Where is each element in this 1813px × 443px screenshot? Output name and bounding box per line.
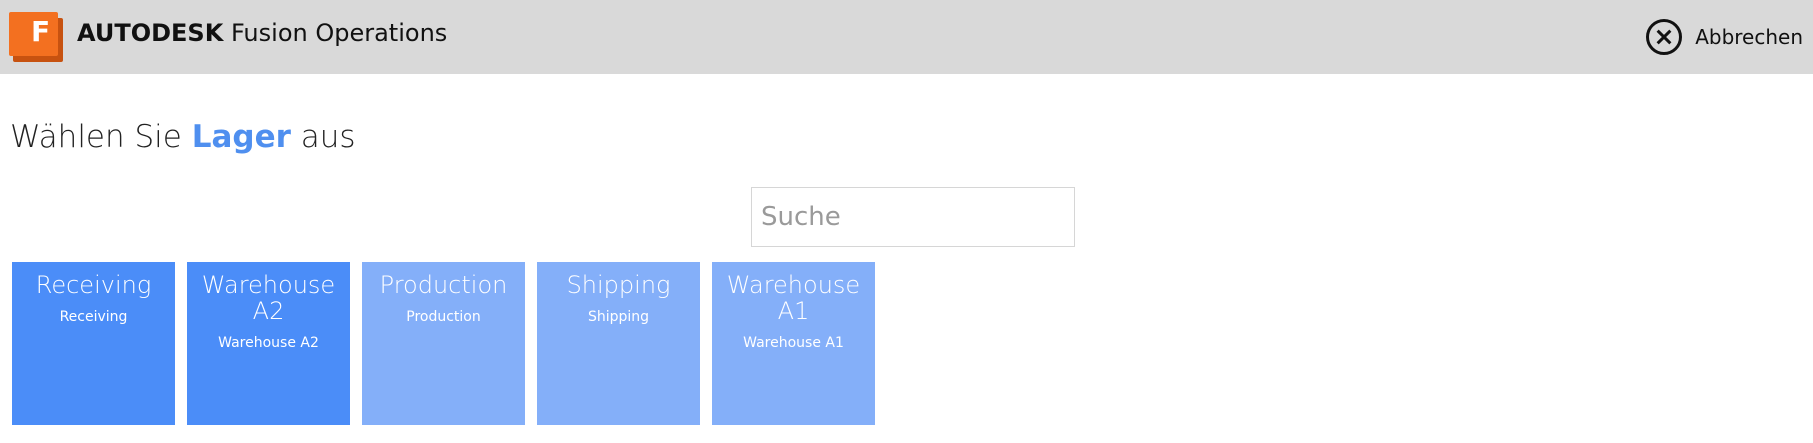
warehouse-tile-name: Production xyxy=(379,271,508,299)
warehouse-tile[interactable]: Warehouse A1 Warehouse A1 xyxy=(712,262,875,425)
fusion-logo-icon: F xyxy=(9,12,65,62)
brand-product: Fusion Operations xyxy=(230,19,448,47)
app-header: F AUTODESK Fusion Operations Abbrechen xyxy=(0,0,1813,74)
logo-letter: F xyxy=(31,15,51,48)
title-suffix: aus xyxy=(300,119,356,155)
warehouse-tile-subtitle: Warehouse A2 xyxy=(218,335,319,351)
title-prefix: Wählen Sie xyxy=(10,119,182,155)
warehouse-tile-name: Warehouse A2 xyxy=(201,271,336,325)
warehouse-tile-name: Receiving xyxy=(35,271,152,299)
warehouse-tile[interactable]: Production Production xyxy=(362,262,525,425)
title-highlight: Lager xyxy=(191,119,291,155)
search-input[interactable] xyxy=(751,187,1075,247)
warehouse-tile-subtitle: Shipping xyxy=(587,309,650,325)
app-title: AUTODESK Fusion Operations xyxy=(77,18,447,48)
warehouse-tile[interactable]: Receiving Receiving xyxy=(12,262,175,425)
warehouse-tile-list: Receiving Receiving Warehouse A2 Warehou… xyxy=(12,262,887,425)
warehouse-tile-subtitle: Warehouse A1 xyxy=(743,335,844,351)
brand-company: AUTODESK xyxy=(77,19,224,47)
close-circle-icon xyxy=(1646,19,1683,55)
cancel-button[interactable]: Abbrechen xyxy=(1646,18,1803,56)
cancel-label: Abbrechen xyxy=(1695,25,1803,49)
warehouse-tile[interactable]: Shipping Shipping xyxy=(537,262,700,425)
warehouse-tile-name: Warehouse A1 xyxy=(726,271,861,325)
warehouse-tile-name: Shipping xyxy=(566,271,671,299)
warehouse-tile[interactable]: Warehouse A2 Warehouse A2 xyxy=(187,262,350,425)
warehouse-tile-subtitle: Production xyxy=(406,309,481,325)
page-title: Wählen Sie Lager aus xyxy=(10,117,356,157)
warehouse-tile-subtitle: Receiving xyxy=(59,309,128,325)
